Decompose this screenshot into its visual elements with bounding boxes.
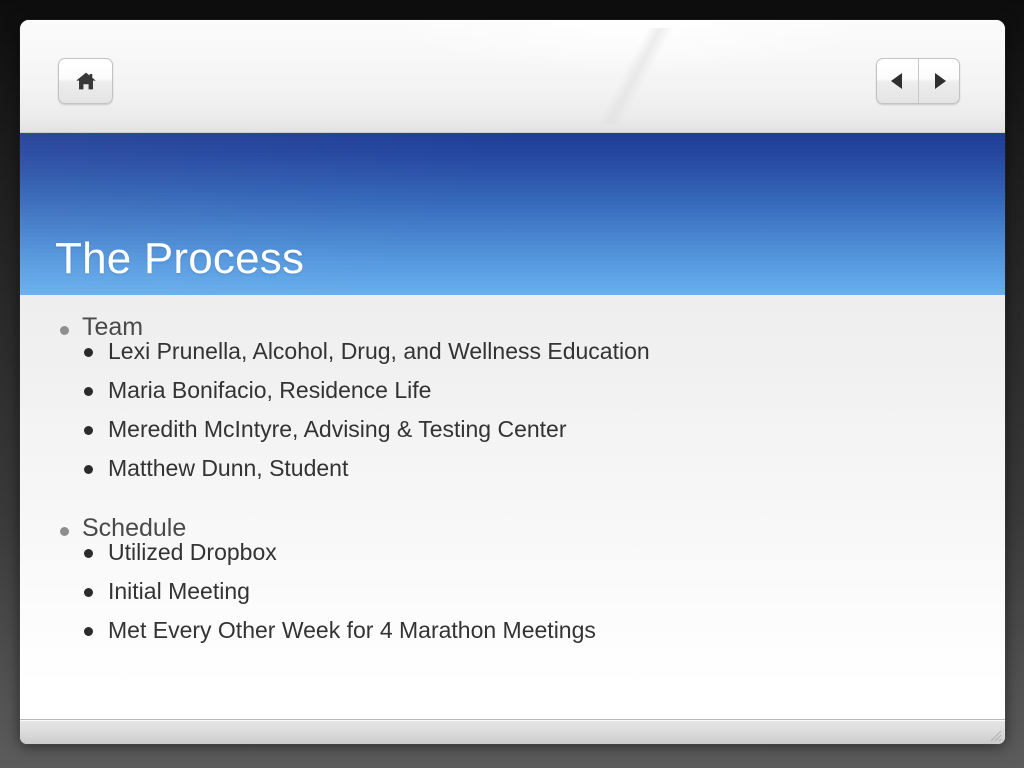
outline-group-team: Team Lexi Prunella, Alcohol, Drug, and W… (55, 315, 965, 480)
list-item: Initial Meeting (82, 580, 965, 603)
toolbar-sheen (580, 28, 690, 124)
list-item: Utilized Dropbox (82, 541, 965, 564)
home-button[interactable] (58, 58, 113, 104)
status-bar (20, 719, 1005, 744)
presentation-window: The Process Team Lexi Prunella, Alcohol,… (20, 20, 1005, 744)
list-item: Maria Bonifacio, Residence Life (82, 379, 965, 402)
list-item: Met Every Other Week for 4 Marathon Meet… (82, 619, 965, 642)
toolbar (20, 20, 1005, 133)
outline-group-spacer (55, 480, 965, 500)
slide-content: Team Lexi Prunella, Alcohol, Drug, and W… (20, 295, 1005, 720)
list-item: Matthew Dunn, Student (82, 457, 965, 480)
outline-heading: Schedule (82, 516, 965, 541)
outline-heading: Team (82, 315, 965, 340)
slide-title-band: The Process (20, 133, 1005, 295)
triangle-right-icon (931, 72, 948, 90)
list-item: Lexi Prunella, Alcohol, Drug, and Wellne… (82, 340, 965, 363)
outline-group-schedule: Schedule Utilized Dropbox Initial Meetin… (55, 516, 965, 642)
outline-sublist: Lexi Prunella, Alcohol, Drug, and Wellne… (82, 340, 965, 480)
next-slide-button[interactable] (918, 59, 959, 103)
triangle-left-icon (889, 72, 906, 90)
outline-list: Team Lexi Prunella, Alcohol, Drug, and W… (55, 315, 965, 642)
resize-grip-icon[interactable] (986, 726, 1002, 742)
outline-sublist: Utilized Dropbox Initial Meeting Met Eve… (82, 541, 965, 642)
navigation-buttons (876, 58, 960, 104)
list-item: Meredith McIntyre, Advising & Testing Ce… (82, 418, 965, 441)
previous-slide-button[interactable] (877, 59, 918, 103)
home-icon (75, 71, 97, 91)
page-title: The Process (55, 233, 305, 283)
